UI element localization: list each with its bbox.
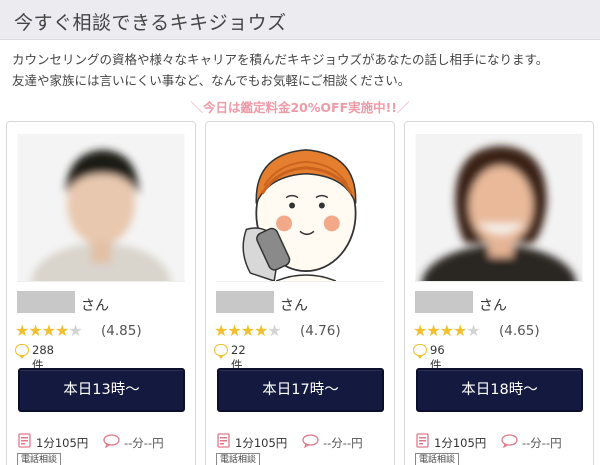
- intro-text: カウンセリングの資格や様々なキャリアを積んだキキジョウズがあなたの話し相手になり…: [12, 49, 592, 91]
- phone-icon: [18, 433, 31, 448]
- promo-text: 今日は鑑定料金20%OFF実施中!!: [202, 100, 398, 115]
- stars-filled: ★★★★: [413, 321, 467, 340]
- price-info: 1分105円 --分--円: [415, 433, 590, 451]
- reserve-button[interactable]: 本日18時〜: [416, 368, 583, 412]
- rating: ★★★★★ (4.76): [214, 321, 389, 341]
- counselor-card[interactable]: さん ★★★★★ (4.76) 22件 本日17時〜 1分105円 --分--円…: [205, 121, 395, 465]
- intro-line-2: 友達や家族には言いにくい事など、なんでもお気軽にご相談ください。: [12, 73, 411, 88]
- price-info: 1分105円 --分--円: [216, 433, 391, 451]
- illustrated-avatar-image: [216, 134, 384, 281]
- chat-icon: [302, 434, 319, 448]
- stars-empty: ★: [466, 321, 480, 340]
- name-suffix: さん: [479, 298, 507, 314]
- chat-bubble-icon: [214, 344, 228, 359]
- mail-price: --分--円: [124, 436, 164, 450]
- rating-value: (4.76): [300, 323, 341, 339]
- chat-bubble-icon: [15, 344, 29, 359]
- chat-bubble-icon: [413, 344, 427, 359]
- phone-price: 1分105円: [434, 436, 487, 450]
- stars-empty: ★: [267, 321, 281, 340]
- promo-left-mark: ＼: [190, 100, 203, 115]
- reserve-button[interactable]: 本日13時〜: [18, 368, 185, 412]
- stars-empty: ★: [68, 321, 82, 340]
- phone-price: 1分105円: [36, 436, 89, 450]
- reserve-button[interactable]: 本日17時〜: [217, 368, 384, 412]
- name-redacted: [17, 291, 75, 313]
- star-rating-icon: ★★★★★: [413, 321, 481, 340]
- blurred-portrait-image: [415, 134, 583, 281]
- price-info: 1分105円 --分--円: [17, 433, 192, 451]
- name-redacted: [216, 291, 274, 313]
- name-suffix: さん: [81, 298, 109, 314]
- stars-filled: ★★★★: [214, 321, 268, 340]
- phone-consult-tag: 電話相談: [415, 453, 460, 465]
- name-suffix: さん: [280, 298, 308, 314]
- promo-right-mark: ／: [397, 100, 410, 115]
- counselor-photo[interactable]: [17, 134, 185, 282]
- star-rating-icon: ★★★★★: [214, 321, 282, 340]
- counselor-photo[interactable]: [415, 134, 583, 282]
- counselor-card[interactable]: さん ★★★★★ (4.85) 288件 本日13時〜 1分105円 --分--…: [6, 121, 196, 465]
- name-redacted: [415, 291, 473, 313]
- counselor-name[interactable]: さん: [216, 289, 386, 315]
- phone-icon: [416, 433, 429, 448]
- phone-price: 1分105円: [235, 436, 288, 450]
- counselor-card[interactable]: さん ★★★★★ (4.65) 96件 本日18時〜 1分105円 --分--円…: [404, 121, 594, 465]
- rating-value: (4.65): [499, 323, 540, 339]
- chat-icon: [103, 434, 120, 448]
- counselor-name[interactable]: さん: [17, 289, 187, 315]
- phone-icon: [217, 433, 230, 448]
- counselor-photo[interactable]: [216, 134, 384, 282]
- stars-filled: ★★★★: [15, 321, 69, 340]
- rating: ★★★★★ (4.65): [413, 321, 588, 341]
- phone-consult-tag: 電話相談: [17, 453, 62, 465]
- intro-line-1: カウンセリングの資格や様々なキャリアを積んだキキジョウズがあなたの話し相手になり…: [12, 52, 549, 67]
- section-header: 今すぐ相談できるキキジョウズ: [0, 0, 600, 40]
- rating: ★★★★★ (4.85): [15, 321, 190, 341]
- rating-value: (4.85): [101, 323, 142, 339]
- promo-banner: ＼今日は鑑定料金20%OFF実施中!!／: [0, 97, 600, 116]
- phone-consult-tag: 電話相談: [216, 453, 261, 465]
- star-rating-icon: ★★★★★: [15, 321, 83, 340]
- counselor-name[interactable]: さん: [415, 289, 585, 315]
- section-title: 今すぐ相談できるキキジョウズ: [14, 12, 287, 34]
- mail-price: --分--円: [323, 436, 363, 450]
- mail-price: --分--円: [522, 436, 562, 450]
- blurred-portrait-image: [17, 134, 185, 281]
- chat-icon: [501, 434, 518, 448]
